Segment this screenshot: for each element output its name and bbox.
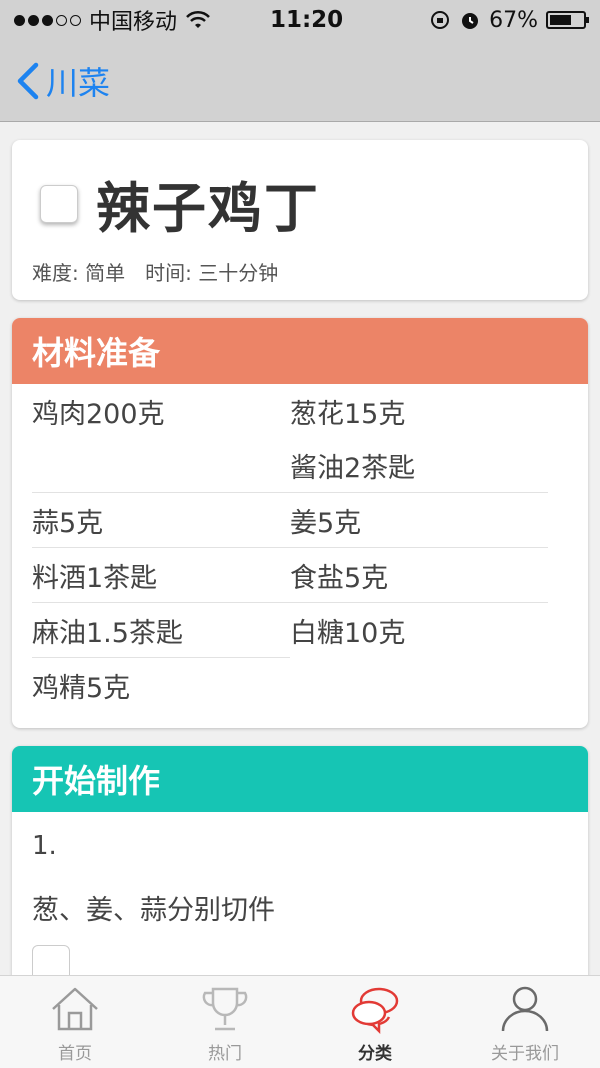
alarm-icon: [462, 13, 479, 29]
ingredients-header: 材料准备: [12, 318, 588, 384]
tab-home-label: 首页: [58, 1044, 92, 1064]
nav-bar: 川菜: [0, 40, 600, 122]
favorite-checkbox[interactable]: [40, 184, 78, 223]
ingredient-item: 葱花15克: [290, 398, 406, 430]
ingredient-item: 麻油1.5茶匙: [32, 617, 183, 649]
tab-hot[interactable]: 热门: [150, 976, 300, 1068]
chat-bubbles-icon: [351, 987, 399, 1035]
tab-home[interactable]: 首页: [0, 976, 150, 1068]
steps-card: 开始制作 1. 葱、姜、蒜分别切件: [12, 746, 588, 975]
title-row: 辣子鸡丁: [40, 164, 568, 243]
ingredient-item: 酱油2茶匙: [290, 452, 416, 484]
ingredients-card: 材料准备 鸡肉200克 葱花15克酱油2茶匙蒜5克 姜5克料酒1茶匙 食盐5克麻油1.…: [12, 318, 588, 728]
back-label: 川菜: [46, 63, 111, 102]
ingredient-col-right: [290, 658, 548, 712]
battery-percent: 67%: [489, 7, 538, 33]
ingredients-grid: 鸡肉200克 葱花15克酱油2茶匙蒜5克 姜5克料酒1茶匙 食盐5克麻油1.5茶匙 白糖…: [12, 384, 588, 712]
ingredient-item: 料酒1茶匙: [32, 562, 158, 594]
battery-fill: [550, 15, 572, 25]
time-label: 时间: 三十分钟: [145, 261, 279, 285]
ingredient-col-right: 姜5克: [290, 493, 548, 547]
ingredient-col-left: 蒜5克: [32, 493, 290, 547]
dish-title: 辣子鸡丁: [96, 177, 320, 240]
step-checkbox[interactable]: [32, 945, 70, 975]
ingredient-item: 食盐5克: [290, 562, 389, 594]
content-scroll[interactable]: 辣子鸡丁 难度: 简单 时间: 三十分钟 材料准备 鸡肉200克 葱花15克酱油2…: [0, 123, 600, 975]
ingredient-item: 白糖10克: [290, 617, 406, 649]
ingredient-row: 料酒1茶匙 食盐5克: [32, 548, 548, 603]
ingredient-col-left: 料酒1茶匙: [32, 548, 290, 602]
tab-about-label: 关于我们: [491, 1044, 559, 1064]
ingredient-row: 麻油1.5茶匙 白糖10克: [32, 603, 548, 658]
tab-category-label: 分类: [358, 1044, 392, 1064]
step-number: 1.: [32, 831, 57, 861]
steps-header: 开始制作: [12, 746, 588, 812]
rotation-lock-icon: [431, 11, 450, 29]
ingredient-item: 鸡肉200克: [32, 398, 165, 430]
tab-bar: 首页 热门 分类 关于我们: [0, 975, 600, 1068]
status-right: 67%: [429, 7, 589, 33]
ingredient-row: 蒜5克 姜5克: [32, 493, 548, 548]
tab-hot-label: 热门: [208, 1044, 242, 1064]
signal-strength-icon: [14, 14, 81, 26]
ingredient-col-right: 白糖10克: [290, 603, 548, 658]
user-icon: [501, 986, 549, 1032]
chevron-left-icon: [17, 62, 39, 99]
ingredient-row: 鸡精5克: [32, 658, 548, 712]
ingredient-item: 蒜5克: [32, 507, 104, 539]
home-icon: [52, 987, 98, 1031]
steps-list: 1. 葱、姜、蒜分别切件: [12, 812, 588, 975]
back-button[interactable]: 川菜: [14, 58, 110, 104]
ingredient-col-right: 食盐5克: [290, 548, 548, 602]
ingredient-col-left: 鸡肉200克: [32, 384, 290, 492]
difficulty-label: 难度: 简单: [32, 261, 126, 285]
tab-category[interactable]: 分类: [300, 976, 450, 1068]
recipe-meta: 难度: 简单 时间: 三十分钟: [32, 257, 568, 286]
status-time: 11:20: [269, 7, 344, 33]
ingredient-item: 姜5克: [290, 507, 362, 539]
tab-about[interactable]: 关于我们: [450, 976, 600, 1068]
carrier-name: 中国移动: [89, 10, 178, 35]
step-text: 葱、姜、蒜分别切件: [32, 895, 275, 926]
ingredient-col-left: 鸡精5克: [32, 658, 290, 712]
battery-icon: [546, 11, 589, 29]
ingredient-col-left: 麻油1.5茶匙: [32, 603, 290, 658]
recipe-title-card: 辣子鸡丁 难度: 简单 时间: 三十分钟: [12, 140, 588, 300]
ingredient-col-right: 葱花15克酱油2茶匙: [290, 384, 548, 492]
status-bar: 中国移动 11:20 67%: [0, 0, 600, 40]
ingredient-item: 鸡精5克: [32, 672, 131, 704]
ingredient-row: 鸡肉200克 葱花15克酱油2茶匙: [32, 384, 548, 493]
trophy-icon: [202, 987, 248, 1031]
